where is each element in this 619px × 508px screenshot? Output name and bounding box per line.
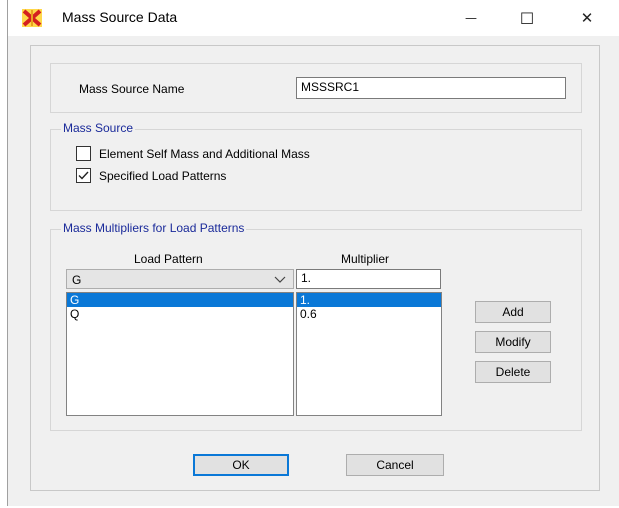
maximize-icon: ☐ [519,8,535,28]
load-pattern-list[interactable]: G Q [66,292,294,416]
window-title: Mass Source Data [62,9,178,25]
modify-button[interactable]: Modify [475,331,551,353]
load-pattern-list-item[interactable]: G [67,293,293,307]
element-self-mass-checkbox[interactable] [76,146,91,161]
cancel-button[interactable]: Cancel [346,454,444,476]
load-pattern-dropdown[interactable]: G [66,269,294,289]
mass-source-name-label: Mass Source Name [79,82,185,96]
multiplier-input[interactable]: 1. [296,269,441,289]
minimize-icon: — [465,11,477,25]
etabs-app-icon [22,9,42,27]
delete-button[interactable]: Delete [475,361,551,383]
maximize-button[interactable]: ☐ [504,0,550,36]
add-button[interactable]: Add [475,301,551,323]
chevron-down-icon [274,276,286,283]
load-pattern-list-item[interactable]: Q [67,307,293,321]
minimize-button[interactable]: — [448,0,494,36]
load-pattern-header: Load Pattern [134,252,203,266]
mass-multipliers-legend: Mass Multipliers for Load Patterns [61,221,247,235]
checkmark-icon [78,171,89,180]
element-self-mass-label: Element Self Mass and Additional Mass [99,146,310,161]
ok-button[interactable]: OK [193,454,289,476]
specified-load-patterns-checkbox[interactable] [76,168,91,183]
specified-load-patterns-label: Specified Load Patterns [99,168,227,183]
multiplier-header: Multiplier [341,252,390,266]
mass-source-name-input[interactable]: MSSSRC1 [296,77,566,99]
element-self-mass-option[interactable]: Element Self Mass and Additional Mass [76,146,310,161]
multiplier-list-item[interactable]: 1. [297,293,441,307]
load-pattern-dropdown-value: G [72,273,82,287]
mass-source-legend: Mass Source [61,121,136,135]
close-button[interactable]: ✕ [564,0,610,36]
close-icon: ✕ [580,9,594,27]
specified-load-patterns-option[interactable]: Specified Load Patterns [76,168,226,183]
title-bar[interactable]: Mass Source Data — ☐ ✕ [8,0,619,36]
multiplier-list[interactable]: 1. 0.6 [296,292,442,416]
multiplier-list-item[interactable]: 0.6 [297,307,441,321]
